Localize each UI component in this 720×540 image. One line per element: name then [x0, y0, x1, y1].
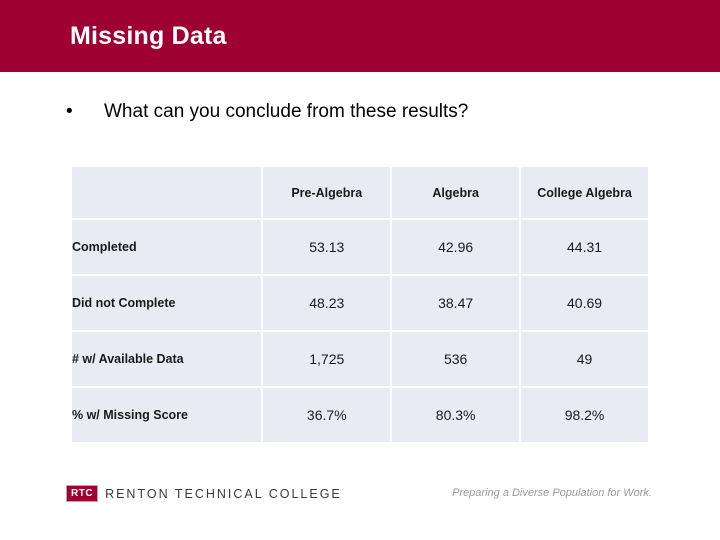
column-header-pre-algebra: Pre-Algebra: [263, 167, 391, 218]
cell-missing-score-algebra: 80.3%: [392, 388, 520, 442]
cell-completed-college-algebra: 44.31: [521, 220, 648, 274]
institution-wordmark: RENTON TECHNICAL COLLEGE: [105, 486, 342, 501]
table-row: Completed 53.13 42.96 44.31: [72, 220, 648, 274]
cell-did-not-complete-algebra: 38.47: [392, 276, 520, 330]
table-corner-cell: [72, 167, 262, 218]
cell-available-data-algebra: 536: [392, 332, 520, 386]
table-row: Did not Complete 48.23 38.47 40.69: [72, 276, 648, 330]
cell-did-not-complete-college-algebra: 40.69: [521, 276, 648, 330]
cell-available-data-college-algebra: 49: [521, 332, 648, 386]
cell-missing-score-college-algebra: 98.2%: [521, 388, 648, 442]
row-label-did-not-complete: Did not Complete: [72, 276, 262, 330]
cell-did-not-complete-pre-algebra: 48.23: [263, 276, 391, 330]
results-table: Pre-Algebra Algebra College Algebra Comp…: [70, 165, 650, 444]
row-label-completed: Completed: [72, 220, 262, 274]
table-header-row: Pre-Algebra Algebra College Algebra: [72, 167, 648, 218]
column-header-algebra: Algebra: [392, 167, 520, 218]
page-title: Missing Data: [70, 22, 227, 50]
slide-header-banner: Missing Data: [0, 0, 720, 72]
table-row: # w/ Available Data 1,725 536 49: [72, 332, 648, 386]
table-row: % w/ Missing Score 36.7% 80.3% 98.2%: [72, 388, 648, 442]
institution-logo: RTC RENTON TECHNICAL COLLEGE: [66, 485, 342, 502]
row-label-missing-score: % w/ Missing Score: [72, 388, 262, 442]
bullet-list: • What can you conclude from these resul…: [62, 98, 662, 126]
cell-completed-algebra: 42.96: [392, 220, 520, 274]
bullet-point-icon: •: [66, 101, 73, 122]
cell-available-data-pre-algebra: 1,725: [263, 332, 391, 386]
row-label-available-data: # w/ Available Data: [72, 332, 262, 386]
rtc-badge-icon: RTC: [66, 485, 99, 502]
institution-tagline: Preparing a Diverse Population for Work.: [452, 487, 652, 499]
cell-missing-score-pre-algebra: 36.7%: [263, 388, 391, 442]
column-header-college-algebra: College Algebra: [521, 167, 648, 218]
bullet-text: What can you conclude from these results…: [104, 101, 469, 122]
cell-completed-pre-algebra: 53.13: [263, 220, 391, 274]
